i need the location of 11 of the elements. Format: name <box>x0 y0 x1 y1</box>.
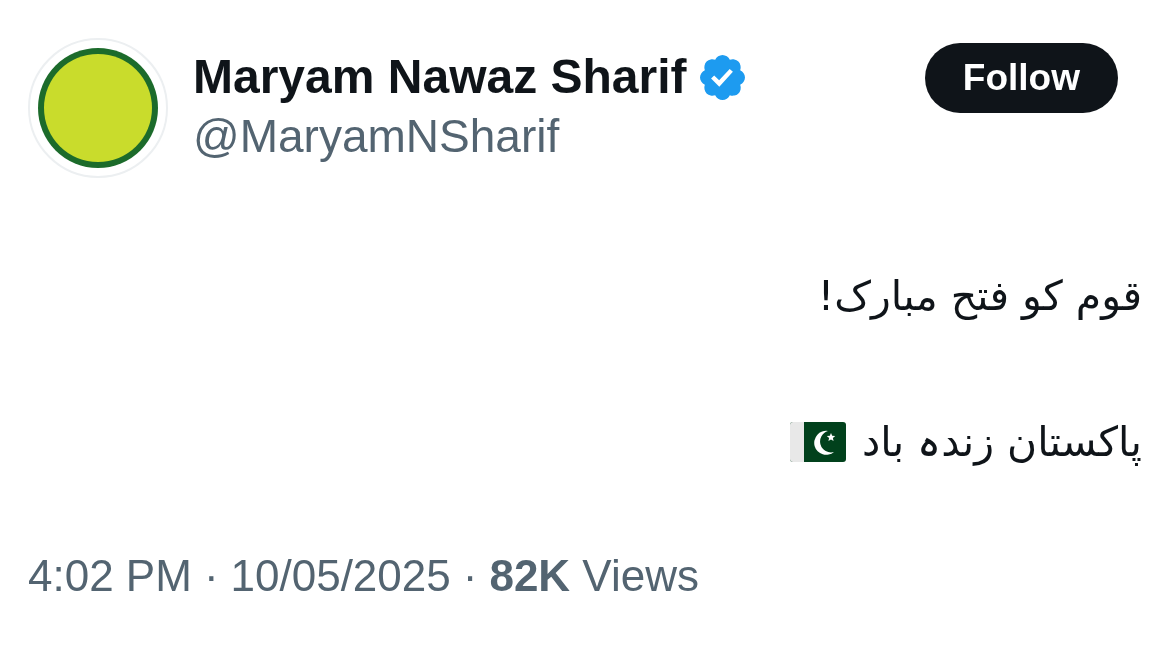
follow-button[interactable]: Follow <box>924 43 1118 113</box>
post-text: قوم کو فتح مبارک! <box>817 271 1142 322</box>
display-name[interactable]: Maryam Nawaz Sharif <box>193 48 687 106</box>
user-handle[interactable]: @MaryamNSharif <box>193 108 560 164</box>
separator-dot: · <box>203 550 219 602</box>
view-count: 82K Views <box>489 550 699 602</box>
post-date-link[interactable]: 10/05/2025 <box>230 546 451 606</box>
post-text: پاکستان زندہ باد <box>862 417 1142 468</box>
avatar-image[interactable] <box>28 38 168 178</box>
separator-dot: · <box>462 550 478 602</box>
post-time-link[interactable]: 4:02 PM <box>28 546 192 606</box>
